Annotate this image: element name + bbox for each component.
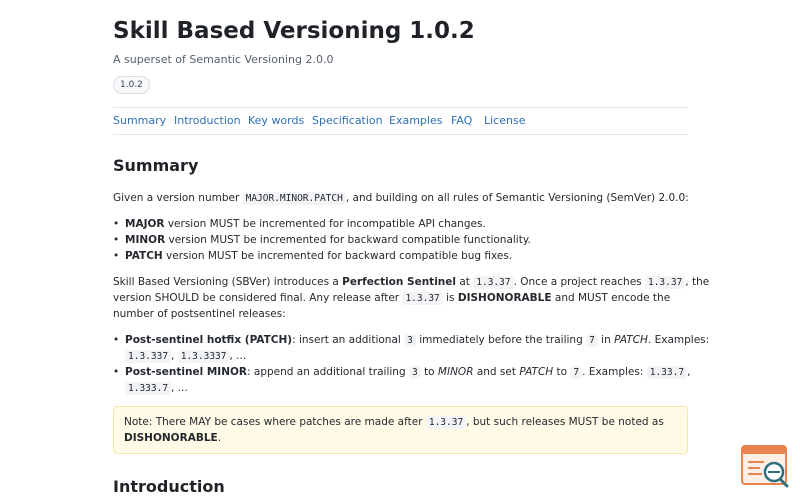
introduction-heading: Introduction — [113, 477, 225, 496]
sentinel-paragraph-line-3: number of postsentinel releases: — [113, 308, 286, 320]
section-nav: Summary Introduction Key words Specifica… — [113, 107, 688, 135]
bullet-icon: • — [113, 250, 120, 262]
bullet-icon: • — [113, 234, 120, 246]
nav-link-faq[interactable]: FAQ — [451, 114, 472, 127]
search-document-icon[interactable] — [740, 444, 790, 488]
note-callout: Note: There MAY be cases where patches a… — [113, 406, 688, 454]
note-line-1: Note: There MAY be cases where patches a… — [124, 416, 664, 429]
nav-link-license[interactable]: License — [484, 114, 525, 127]
nav-link-summary[interactable]: Summary — [113, 114, 166, 127]
bullet-icon: • — [113, 334, 120, 346]
page-subtitle: A superset of Semantic Versioning 2.0.0 — [113, 53, 334, 66]
sentinel-paragraph-line-1: Skill Based Versioning (SBVer) introduce… — [113, 276, 710, 289]
page-title: Skill Based Versioning 1.0.2 — [113, 18, 475, 44]
bullet-icon: • — [113, 366, 120, 378]
nav-link-key-words[interactable]: Key words — [248, 114, 304, 127]
nav-link-specification[interactable]: Specification — [312, 114, 383, 127]
note-line-2: DISHONORABLE. — [124, 432, 222, 444]
sentinel-paragraph-line-2: version SHOULD be considered final. Any … — [113, 292, 671, 305]
summary-intro: Given a version number MAJOR.MINOR.PATCH… — [113, 192, 689, 205]
nav-link-examples[interactable]: Examples — [389, 114, 442, 127]
bullet-icon: • — [113, 218, 120, 230]
summary-heading: Summary — [113, 156, 199, 175]
nav-link-introduction[interactable]: Introduction — [174, 114, 241, 127]
version-format-code: MAJOR.MINOR.PATCH — [242, 192, 346, 205]
version-badge: 1.0.2 — [113, 76, 150, 94]
